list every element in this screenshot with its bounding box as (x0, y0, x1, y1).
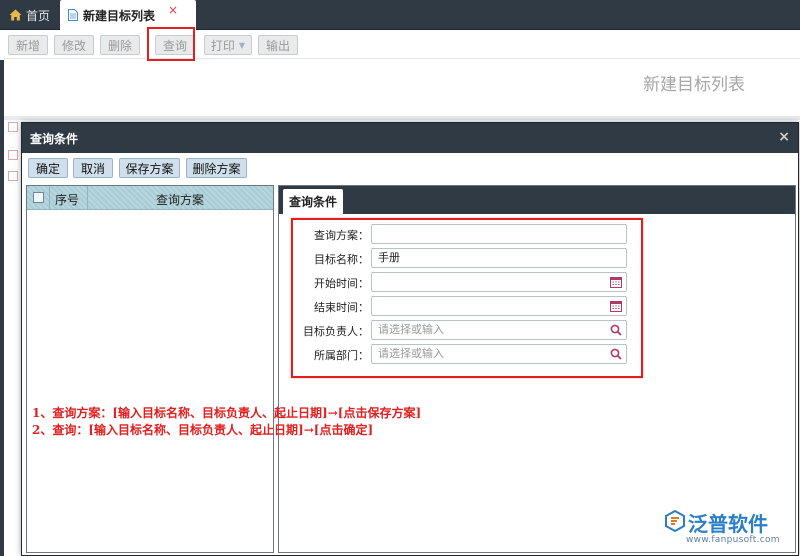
dept-input[interactable]: 请选择或输入 (371, 344, 627, 364)
delete-button[interactable]: 删除 (100, 35, 140, 55)
background-checkbox (8, 122, 18, 132)
tab-bar: 首页 新建目标列表 × (0, 0, 800, 30)
annotation-line-2: 2、查询：[输入目标名称、目标负责人、起止日期]→[点击确定] (32, 423, 374, 437)
annotation-line-1: 1、查询方案：[输入目标名称、目标负责人、起止日期]→[点击保存方案] (32, 406, 422, 420)
start-time-label: 开始时间： (314, 277, 369, 290)
owner-label: 目标负责人： (303, 325, 369, 338)
calendar-icon[interactable] (610, 276, 622, 288)
form-row-end: 结束时间： (293, 296, 641, 317)
select-all-checkbox[interactable] (33, 192, 44, 203)
calendar-icon[interactable] (610, 300, 622, 312)
plan-input[interactable] (371, 224, 627, 244)
tab-close-icon[interactable]: × (168, 3, 178, 17)
background-grid-header (4, 116, 800, 120)
column-divider (49, 186, 50, 210)
owner-input[interactable]: 请选择或输入 (371, 320, 627, 340)
background-checkbox (8, 150, 18, 160)
start-time-input[interactable] (371, 272, 627, 292)
document-icon (68, 9, 78, 21)
dialog-header: 查询条件 × (22, 123, 798, 153)
query-dialog: 查询条件 × 确定 取消 保存方案 删除方案 序号 查询方案 查询条件 查询方案… (21, 122, 799, 556)
dept-label: 所属部门： (314, 349, 369, 362)
form-row-start: 开始时间： (293, 272, 641, 293)
search-icon[interactable] (610, 324, 622, 336)
close-icon[interactable]: × (778, 129, 790, 145)
plan-list-panel: 序号 查询方案 (26, 185, 274, 553)
column-divider (87, 186, 88, 210)
dialog-title: 查询条件 (30, 131, 79, 146)
query-highlight-box (147, 27, 195, 61)
condition-form: 查询方案： 目标名称： 手册 开始时间： 结束时间： 目标负责人： 请选择或输入… (291, 218, 643, 378)
page-title: 新建目标列表 (643, 75, 745, 95)
search-icon[interactable] (610, 348, 622, 360)
tab-active-label: 新建目标列表 (83, 8, 156, 23)
print-button[interactable]: 打印 ▼ (204, 35, 252, 55)
home-icon (9, 9, 22, 21)
tab-query-conditions[interactable]: 查询条件 (283, 189, 343, 214)
plan-label: 查询方案： (314, 229, 369, 242)
tab-home-label: 首页 (26, 8, 51, 23)
left-edge-bar (0, 60, 4, 556)
save-plan-button[interactable]: 保存方案 (119, 158, 180, 178)
dialog-toolbar: 确定 取消 保存方案 删除方案 (22, 153, 798, 183)
plan-list-header: 序号 查询方案 (27, 186, 273, 210)
print-label: 打印 (210, 38, 235, 53)
new-button[interactable]: 新增 (8, 35, 48, 55)
cancel-button[interactable]: 取消 (73, 158, 113, 178)
dept-placeholder: 请选择或输入 (378, 347, 444, 360)
logo-url: www.fanpusoft.com (686, 535, 780, 545)
form-row-dept: 所属部门： 请选择或输入 (293, 344, 641, 365)
form-row-plan: 查询方案： (293, 224, 641, 245)
confirm-button[interactable]: 确定 (28, 158, 68, 178)
condition-tab-strip: 查询条件 (279, 186, 795, 214)
edit-button[interactable]: 修改 (54, 35, 94, 55)
logo-name: 泛普软件 (688, 512, 768, 536)
end-time-input[interactable] (371, 296, 627, 316)
column-header-plan[interactable]: 查询方案 (89, 191, 271, 208)
tab-new-target-list[interactable]: 新建目标列表 × (60, 0, 196, 30)
logo-mark-icon (665, 510, 685, 532)
tab-home[interactable]: 首页 (0, 0, 56, 30)
toolbar: 新增 修改 删除 查询 打印 ▼ 输出 (4, 31, 800, 59)
owner-placeholder: 请选择或输入 (378, 323, 444, 336)
form-row-name: 目标名称： 手册 (293, 248, 641, 269)
chevron-down-icon: ▼ (238, 40, 246, 50)
delete-plan-button[interactable]: 删除方案 (186, 158, 247, 178)
condition-panel: 查询条件 查询方案： 目标名称： 手册 开始时间： 结束时间： 目标负责人： 请… (278, 185, 796, 553)
end-time-label: 结束时间： (314, 301, 369, 314)
target-name-label: 目标名称： (314, 253, 369, 266)
brand-logo: 泛普软件 www.fanpusoft.com (664, 508, 798, 554)
background-checkbox (8, 171, 18, 181)
form-row-owner: 目标负责人： 请选择或输入 (293, 320, 641, 341)
target-name-input[interactable]: 手册 (371, 248, 627, 268)
export-button[interactable]: 输出 (258, 35, 298, 55)
column-header-no[interactable]: 序号 (55, 191, 79, 208)
